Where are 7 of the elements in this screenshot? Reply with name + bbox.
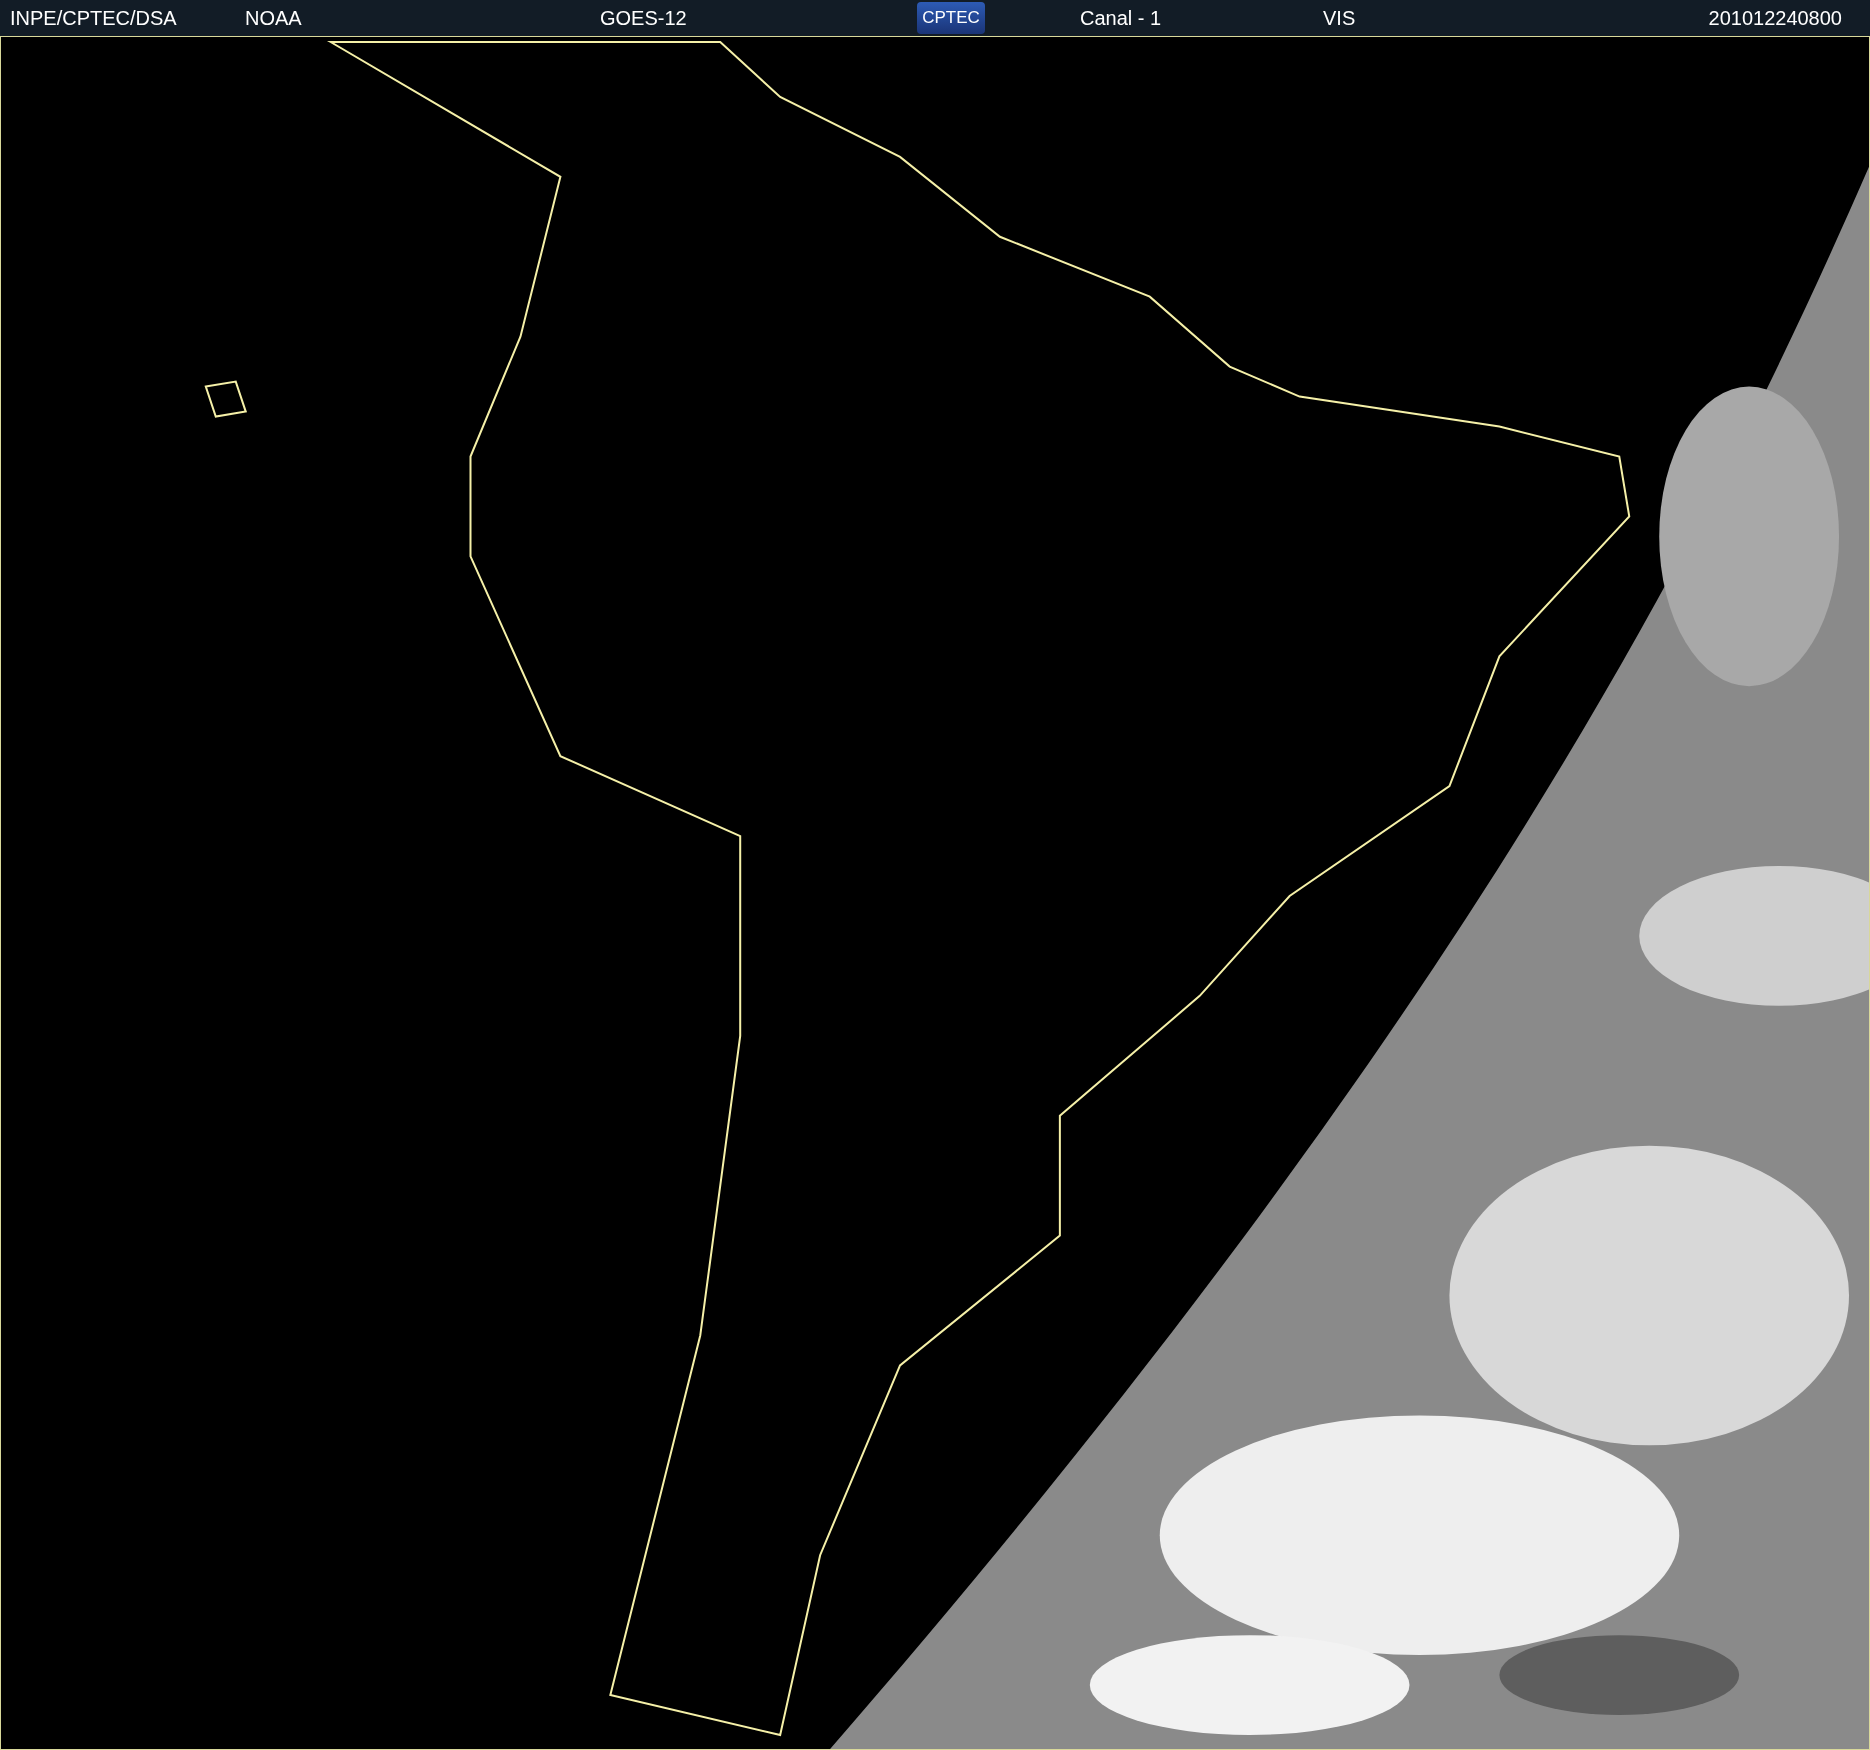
- timestamp: 201012240800: [1708, 8, 1842, 28]
- band-label: VIS: [1323, 8, 1356, 28]
- agency-label: INPE/CPTEC/DSA: [10, 8, 178, 28]
- satellite-label: GOES-12: [600, 8, 688, 28]
- agency-label: NOAA: [245, 8, 303, 28]
- logo: CPTEC: [917, 2, 985, 34]
- channel-label: Canal - 1: [1080, 8, 1163, 28]
